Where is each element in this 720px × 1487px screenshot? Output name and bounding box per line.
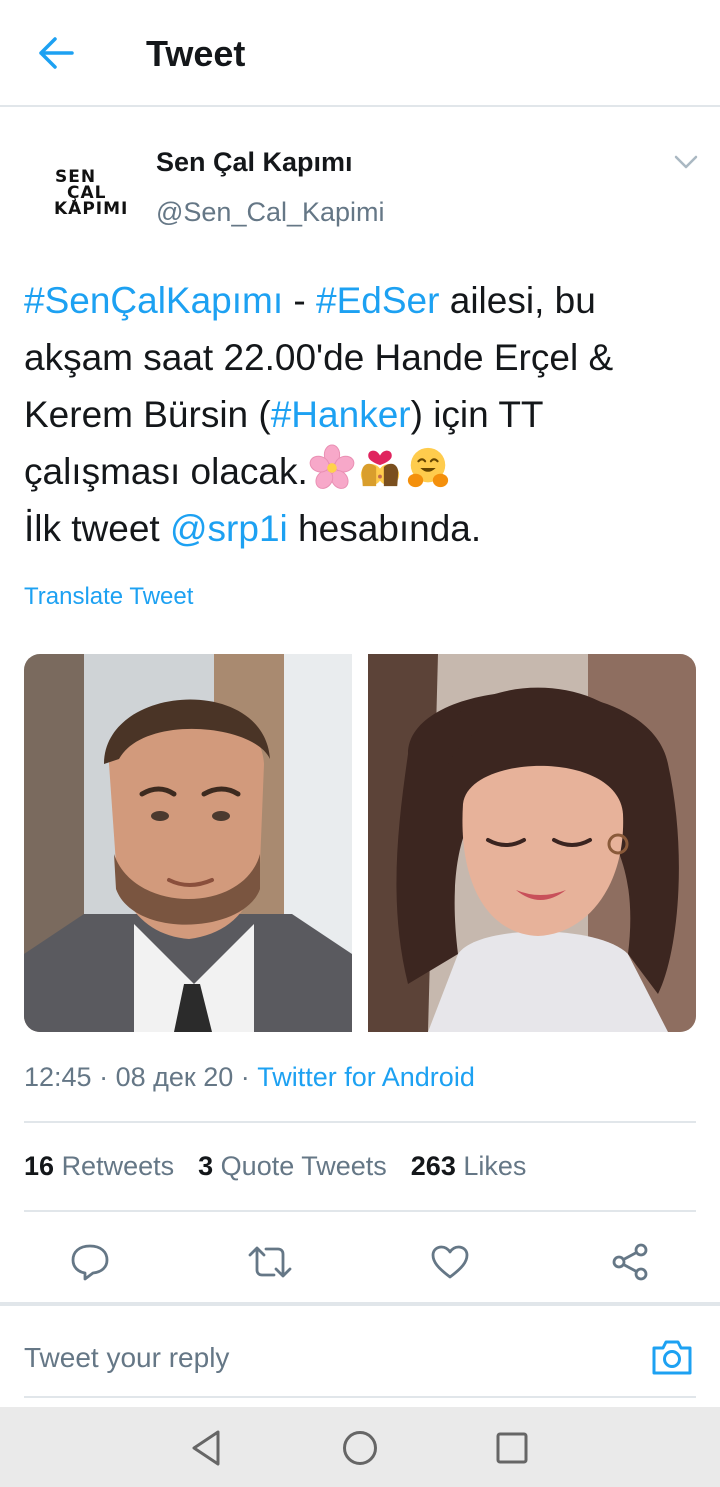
retweet-icon bbox=[248, 1246, 292, 1278]
tweet-source-link[interactable]: Twitter for Android bbox=[257, 1062, 475, 1092]
likes-stat[interactable]: 263 Likes bbox=[411, 1151, 527, 1182]
hashtag-link[interactable]: #SenÇalKapımı bbox=[24, 280, 283, 321]
author-handle[interactable]: @Sen_Cal_Kapimi bbox=[156, 197, 385, 228]
author-display-name[interactable]: Sen Çal Kapımı bbox=[156, 147, 353, 178]
quote-tweets-stat[interactable]: 3 Quote Tweets bbox=[198, 1151, 387, 1182]
like-button[interactable] bbox=[420, 1232, 480, 1292]
share-icon bbox=[612, 1243, 648, 1281]
tweet-text: #SenÇalKapımı - #EdSer ailesi, bu akşam … bbox=[24, 272, 704, 557]
retweets-stat[interactable]: 16 Retweets bbox=[24, 1151, 174, 1182]
chevron-down-icon bbox=[674, 155, 698, 169]
nav-back-button[interactable] bbox=[181, 1423, 231, 1473]
quotes-count: 3 bbox=[198, 1151, 214, 1181]
system-nav-bar bbox=[0, 1407, 720, 1487]
likes-label: Likes bbox=[463, 1151, 527, 1181]
retweets-label: Retweets bbox=[61, 1151, 175, 1181]
nav-home-button[interactable] bbox=[335, 1423, 385, 1473]
photo-woman[interactable] bbox=[368, 654, 696, 1032]
hugging-face-emoji bbox=[407, 447, 448, 488]
page-title: Tweet bbox=[146, 33, 246, 74]
hashtag-link[interactable]: #EdSer bbox=[316, 280, 439, 321]
divider bbox=[24, 1396, 696, 1398]
tweet-date: 08 дек 20 bbox=[115, 1062, 234, 1092]
mention-link[interactable]: @srp1i bbox=[170, 508, 288, 549]
reply-button[interactable] bbox=[60, 1232, 120, 1292]
avatar[interactable]: SEN ÇAL KAPIMI bbox=[24, 140, 134, 250]
tweet-media bbox=[24, 654, 696, 1032]
translate-tweet-link[interactable]: Translate Tweet bbox=[24, 583, 193, 611]
tweet-time: 12:45 bbox=[24, 1062, 92, 1092]
reply-input[interactable] bbox=[24, 1330, 624, 1386]
like-icon bbox=[431, 1245, 469, 1279]
hashtag-link[interactable]: #Hanker bbox=[271, 394, 411, 435]
retweets-count: 16 bbox=[24, 1151, 55, 1181]
reply-icon bbox=[71, 1244, 109, 1281]
cherry-blossom-emoji bbox=[309, 444, 355, 489]
nav-recents-button[interactable] bbox=[487, 1423, 537, 1473]
tweet-text-part: İlk tweet bbox=[24, 508, 170, 549]
camera-icon bbox=[652, 1340, 692, 1375]
arrow-left-icon bbox=[39, 37, 74, 69]
meta-separator: · bbox=[233, 1062, 258, 1092]
couple-kiss-emoji bbox=[360, 450, 399, 487]
tweet-meta: 12:45 · 08 дек 20 · Twitter for Android bbox=[24, 1062, 475, 1093]
top-bar: Tweet bbox=[0, 0, 720, 107]
tweet-stats: 16 Retweets 3 Quote Tweets 263 Likes bbox=[24, 1151, 526, 1182]
divider bbox=[24, 1121, 696, 1123]
meta-separator: · bbox=[91, 1062, 116, 1092]
quotes-label: Quote Tweets bbox=[220, 1151, 387, 1181]
nav-home-icon bbox=[343, 1431, 377, 1465]
likes-count: 263 bbox=[410, 1151, 456, 1181]
nav-back-icon bbox=[192, 1430, 220, 1466]
reply-divider bbox=[0, 1302, 720, 1306]
tweet-actions bbox=[0, 1232, 720, 1292]
avatar-logo: SEN ÇAL KAPIMI bbox=[54, 167, 129, 219]
tweet-text-part: hesabında. bbox=[287, 508, 482, 549]
tweet-text-part: - bbox=[283, 280, 317, 321]
back-button[interactable] bbox=[30, 30, 82, 76]
share-button[interactable] bbox=[600, 1232, 660, 1292]
photo-man[interactable] bbox=[24, 654, 352, 1032]
camera-button[interactable] bbox=[648, 1334, 696, 1380]
nav-recents-icon bbox=[496, 1432, 528, 1464]
more-options-button[interactable] bbox=[670, 146, 702, 178]
retweet-button[interactable] bbox=[240, 1232, 300, 1292]
divider bbox=[24, 1210, 696, 1212]
